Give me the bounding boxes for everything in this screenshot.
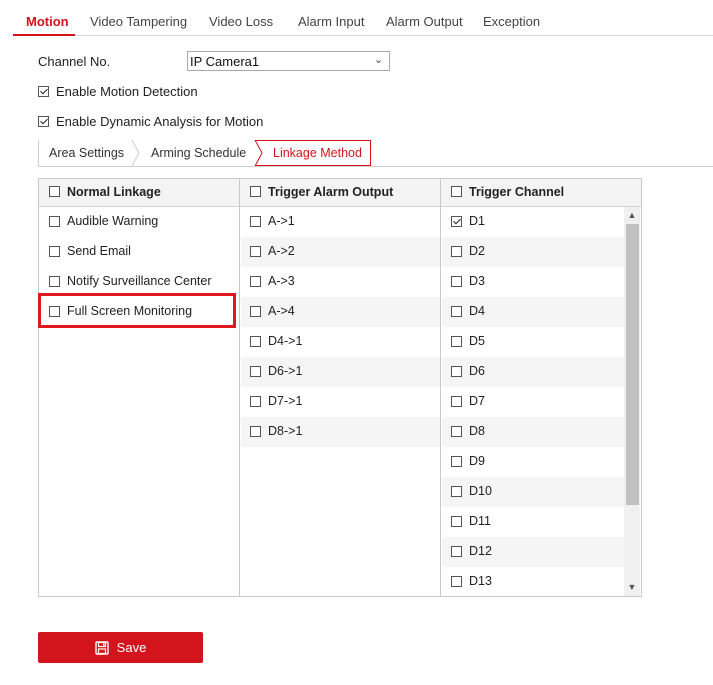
alarm-output-label: D4->1	[268, 334, 303, 348]
trigger-channel-checkbox[interactable]	[451, 456, 462, 467]
subtab-area-settings[interactable]: Area Settings	[49, 146, 124, 160]
alarm-output-checkbox[interactable]	[250, 366, 261, 377]
scroll-down-icon[interactable]: ▼	[624, 580, 640, 594]
save-label: Save	[116, 640, 147, 655]
trigger-channel-label: D9	[469, 454, 485, 468]
trigger-channel-label: D12	[469, 544, 492, 558]
tab-exception[interactable]: Exception	[483, 14, 540, 29]
alarm-output-checkbox[interactable]	[250, 336, 261, 347]
alarm-output-label: A->2	[268, 244, 295, 258]
notify-center-label: Notify Surveillance Center	[67, 274, 212, 288]
alarm-output-label: D7->1	[268, 394, 303, 408]
channel-select[interactable]: IP Camera1	[187, 51, 390, 71]
enable-motion-checkbox[interactable]	[38, 86, 49, 97]
tabs-divider	[13, 35, 713, 36]
normal-linkage-select-all-checkbox[interactable]	[49, 186, 60, 197]
trigger-channel-checkbox[interactable]	[451, 366, 462, 377]
trigger-channel-label: D6	[469, 364, 485, 378]
audible-warning-label: Audible Warning	[67, 214, 159, 228]
trigger-channel-label: D11	[469, 514, 492, 528]
full-screen-monitoring-highlight	[38, 293, 236, 328]
enable-dynamic-checkbox[interactable]	[38, 116, 49, 127]
scroll-up-icon[interactable]: ▲	[624, 208, 640, 222]
column-divider	[239, 178, 240, 597]
trigger-channel-header: Trigger Channel	[469, 185, 565, 199]
audible-warning-checkbox[interactable]	[49, 216, 60, 227]
save-button[interactable]: Save	[38, 632, 203, 663]
trigger-channel-checkbox[interactable]	[451, 246, 462, 257]
trigger-channel-select-all-checkbox[interactable]	[451, 186, 462, 197]
send-email-label: Send Email	[67, 244, 131, 258]
notify-center-checkbox[interactable]	[49, 276, 60, 287]
active-tab-indicator	[13, 34, 75, 36]
trigger-channel-checkbox[interactable]	[451, 576, 462, 587]
alarm-output-checkbox[interactable]	[250, 426, 261, 437]
trigger-channel-checkbox[interactable]	[451, 336, 462, 347]
subtabs-divider	[38, 166, 713, 167]
tab-video-loss[interactable]: Video Loss	[209, 14, 273, 29]
alarm-output-checkbox[interactable]	[250, 276, 261, 287]
trigger-channel-label: D1	[469, 214, 485, 228]
alarm-output-checkbox[interactable]	[250, 246, 261, 257]
alarm-output-label: A->4	[268, 304, 295, 318]
trigger-channel-label: D3	[469, 274, 485, 288]
alarm-output-checkbox[interactable]	[250, 396, 261, 407]
alarm-output-label: A->3	[268, 274, 295, 288]
trigger-channel-label: D8	[469, 424, 485, 438]
tab-alarm-input[interactable]: Alarm Input	[298, 14, 364, 29]
enable-motion-label: Enable Motion Detection	[56, 84, 198, 99]
trigger-channel-label: D13	[469, 574, 492, 588]
trigger-channel-checkbox[interactable]	[451, 546, 462, 557]
trigger-channel-checkbox[interactable]	[451, 276, 462, 287]
trigger-channel-checkbox[interactable]	[451, 426, 462, 437]
tab-alarm-output[interactable]: Alarm Output	[386, 14, 463, 29]
enable-dynamic-label: Enable Dynamic Analysis for Motion	[56, 114, 264, 129]
subtab-arming-schedule[interactable]: Arming Schedule	[151, 146, 246, 160]
alarm-output-label: A->1	[268, 214, 295, 228]
tab-video-tampering[interactable]: Video Tampering	[90, 14, 187, 29]
trigger-channel-checkbox[interactable]	[451, 306, 462, 317]
trigger-channel-checkbox[interactable]	[451, 486, 462, 497]
send-email-checkbox[interactable]	[49, 246, 60, 257]
trigger-alarm-header: Trigger Alarm Output	[268, 185, 394, 199]
trigger-channel-label: D7	[469, 394, 485, 408]
scrollbar-thumb[interactable]	[626, 224, 639, 505]
floppy-disk-icon	[94, 640, 109, 655]
subtab-left-edge	[38, 140, 39, 166]
trigger-channel-label: D2	[469, 244, 485, 258]
alarm-output-checkbox[interactable]	[250, 216, 261, 227]
alarm-output-checkbox[interactable]	[250, 306, 261, 317]
chevron-right-icon	[131, 140, 140, 166]
trigger-channel-label: D10	[469, 484, 492, 498]
trigger-channel-label: D5	[469, 334, 485, 348]
subtab-linkage-method[interactable]: Linkage Method	[273, 146, 362, 160]
trigger-channel-checkbox[interactable]	[451, 396, 462, 407]
channel-label: Channel No.	[38, 54, 111, 69]
trigger-alarm-select-all-checkbox[interactable]	[250, 186, 261, 197]
trigger-channel-checkbox[interactable]	[451, 516, 462, 527]
tab-motion[interactable]: Motion	[26, 14, 69, 29]
alarm-output-label: D8->1	[268, 424, 303, 438]
trigger-channel-label: D4	[469, 304, 485, 318]
column-divider	[440, 178, 441, 597]
chevron-right-icon	[254, 140, 263, 166]
alarm-output-label: D6->1	[268, 364, 303, 378]
normal-linkage-header: Normal Linkage	[67, 185, 161, 199]
trigger-channel-checkbox[interactable]	[451, 216, 462, 227]
